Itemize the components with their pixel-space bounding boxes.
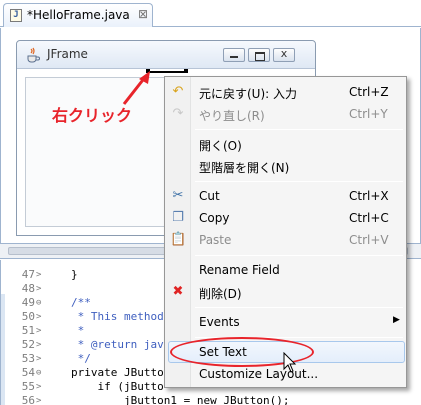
menu-item-shortcut: Ctrl+Z [349,85,389,99]
menu-item-shortcut: Ctrl+Y [349,107,388,121]
menu-item-undo[interactable]: ↶ 元に戻す(U): 入力 Ctrl+Z [165,81,406,103]
fold-marker-icon: > [36,284,42,294]
code-text: private JButton [71,366,171,379]
scissors-icon: ✂ [172,188,184,203]
menu-item-label: Rename Field [199,263,280,277]
jframe-title: JFrame [47,47,88,61]
menu-item-label: 型階層を開く(N) [199,161,290,175]
fold-marker-icon: > [36,340,42,350]
redo-icon: ↷ [172,106,184,121]
menu-item-label: Customize Layout... [199,367,319,381]
code-text: jButton1 = new JButton(); [71,394,290,405]
menu-item-shortcut: Ctrl+C [349,211,389,225]
tab-title: *HelloFrame.java [27,8,130,22]
menu-item-cut[interactable]: ✂ Cut Ctrl+X [165,185,406,207]
fold-marker-icon: > [36,326,42,336]
menu-item-label: 削除(D) [199,287,242,301]
line-number: 56 [21,394,35,405]
editor-tab-bar: J *HelloFrame.java ⊠ [0,0,421,27]
menu-item-shortcut: Ctrl+X [349,189,389,203]
code-text: * @return jav [71,338,164,351]
menu-separator [195,129,403,130]
menu-item-label: 開く(O) [199,139,242,153]
close-icon: x [280,47,288,60]
menu-item-open[interactable]: 開く(O) [165,133,406,155]
line-number: 49 [21,296,35,309]
line-number: 47 [21,268,35,281]
fold-collapse-icon[interactable]: ⊖ [36,366,41,380]
code-text: /** [71,296,91,309]
menu-separator [195,181,403,182]
line-number: 51 [21,324,35,337]
paste-icon: 📋 [170,232,187,247]
menu-item-events[interactable]: Events ▶ [165,311,406,333]
menu-item-label: Paste [199,233,232,247]
line-number: 54 [21,366,35,379]
code-line[interactable]: 56 > jButton1 = new JButton(); [1,394,421,405]
menu-item-label: やり直し(R) [199,109,265,123]
tab-hello-frame[interactable]: J *HelloFrame.java ⊠ [3,3,153,27]
undo-icon: ↶ [172,84,184,99]
java-file-icon: J [10,9,22,22]
copy-icon: ❐ [172,210,184,225]
fold-marker-icon: > [36,354,42,364]
minimize-button[interactable] [223,48,245,62]
fold-marker-icon: > [36,382,42,392]
menu-item-label: Copy [199,211,230,225]
fold-marker-icon: > [36,270,42,280]
code-text: * This method [71,310,164,323]
menu-item-rename-field[interactable]: Rename Field [165,259,406,281]
menu-item-shortcut: Ctrl+V [349,233,389,247]
line-number: 53 [21,352,35,365]
selection-handle[interactable] [184,69,188,73]
line-number: 50 [21,310,35,323]
fold-marker-icon: > [36,396,42,405]
jframe-title-bar[interactable]: JFrame x [17,41,315,69]
java-cup-icon [27,47,40,63]
menu-item-label: Events [199,315,240,329]
code-text: } [71,268,78,281]
menu-separator [195,307,403,308]
code-text: */ [71,352,91,365]
delete-icon: ✖ [172,284,184,299]
mouse-cursor-icon [283,352,297,373]
menu-item-delete[interactable]: ✖ 削除(D) [165,281,406,303]
code-text: * [71,324,91,337]
submenu-arrow-icon: ▶ [393,315,400,325]
maximize-button[interactable] [248,48,270,62]
menu-item-paste[interactable]: 📋 Paste Ctrl+V [165,229,406,251]
annotation-arrow-icon [122,71,150,105]
close-icon[interactable]: ⊠ [138,7,148,21]
line-number: 48 [21,282,35,295]
menu-item-copy[interactable]: ❐ Copy Ctrl+C [165,207,406,229]
menu-item-label: 元に戻す(U): 入力 [199,87,298,101]
menu-item-redo[interactable]: ↷ やり直し(R) Ctrl+Y [165,103,406,125]
fold-collapse-icon[interactable]: ⊖ [36,296,41,310]
menu-item-label: Cut [199,189,220,203]
fold-marker-icon: > [36,312,42,322]
menu-separator [195,255,403,256]
line-number: 55 [21,380,35,393]
menu-item-open-type-hierarchy[interactable]: 型階層を開く(N) [165,155,406,177]
close-button[interactable]: x [273,47,295,62]
line-number: 52 [21,338,35,351]
code-text: if (jButto [71,380,164,393]
